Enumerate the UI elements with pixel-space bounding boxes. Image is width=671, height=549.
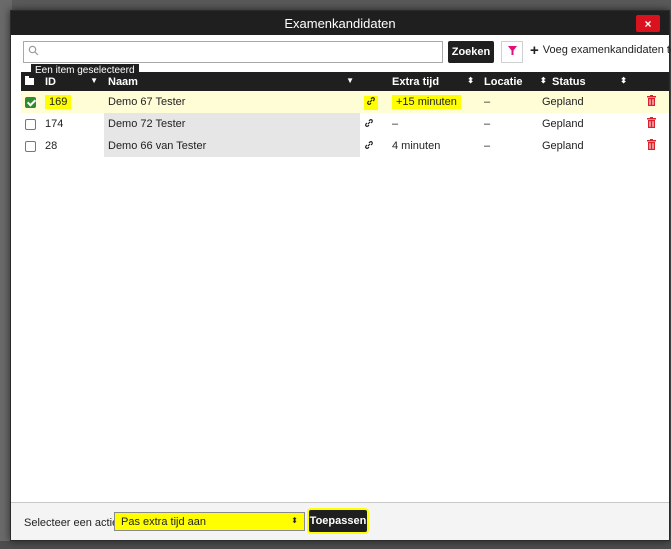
toolbar: Zoeken + Voeg examenkandidaten toe: [18, 41, 671, 65]
name-cell: Demo 67 Tester: [104, 91, 360, 113]
sort-down-icon: ▼: [346, 76, 354, 85]
action-footer: Selecteer een actie: Pas extra tijd aan …: [11, 502, 669, 540]
sort-icon: ⬍: [540, 76, 547, 85]
status-value: Gepland: [542, 96, 584, 108]
locatie-value: –: [484, 118, 491, 130]
locatie-cell: –: [480, 91, 538, 113]
table-row[interactable]: 28 Demo 66 van Tester 4 minuten – Geplan…: [21, 135, 669, 157]
row-select-cell[interactable]: [21, 135, 41, 157]
candidate-name: Demo 72 Tester: [108, 118, 186, 130]
trash-icon[interactable]: [646, 95, 656, 106]
column-header-link: [360, 72, 388, 91]
extra-tijd-value: +15 minuten: [392, 95, 461, 109]
name-cell: Demo 66 van Tester: [104, 135, 360, 157]
row-select-cell[interactable]: [21, 91, 41, 113]
table-row[interactable]: 174 Demo 72 Tester – – Gepland: [21, 113, 669, 135]
dialog-title: Examenkandidaten: [284, 15, 396, 31]
delete-cell[interactable]: [633, 135, 669, 157]
status-cell: Gepland: [538, 135, 633, 157]
background-footer: [0, 541, 671, 549]
delete-cell[interactable]: [633, 113, 669, 135]
locatie-cell: –: [480, 135, 538, 157]
status-cell: Gepland: [538, 91, 633, 113]
search-icon: [28, 45, 39, 59]
extra-tijd-cell: +15 minuten: [388, 91, 480, 113]
candidate-id: 169: [45, 95, 72, 109]
extra-tijd-cell: –: [388, 113, 480, 135]
id-cell: 28: [41, 135, 104, 157]
link-icon[interactable]: [364, 95, 378, 110]
candidates-dialog: Examenkandidaten × Zoeken + Voeg examenk…: [10, 10, 671, 541]
locatie-cell: –: [480, 113, 538, 135]
link-cell[interactable]: [360, 91, 388, 113]
filter-icon: [507, 46, 517, 58]
status-cell: Gepland: [538, 113, 633, 135]
add-candidates-button[interactable]: + Voeg examenkandidaten toe: [530, 41, 671, 59]
add-candidates-label: Voeg examenkandidaten toe: [542, 44, 671, 56]
column-header-naam[interactable]: Naam ▼: [104, 72, 360, 91]
column-header-locatie[interactable]: Locatie: [480, 72, 538, 91]
candidate-name: Demo 66 van Tester: [108, 140, 207, 152]
name-cell: Demo 72 Tester: [104, 113, 360, 135]
locatie-value: –: [484, 140, 491, 152]
column-label-id: ID: [45, 75, 56, 88]
column-label-extra-tijd: Extra tijd: [392, 75, 440, 88]
candidate-name: Demo 67 Tester: [108, 96, 186, 108]
column-header-extra-tijd[interactable]: Extra tijd ⬍: [388, 72, 480, 91]
sort-icon: ⬍: [620, 76, 627, 85]
action-select[interactable]: Pas extra tijd aan ⬍: [114, 512, 305, 531]
filter-button[interactable]: [501, 41, 523, 63]
link-cell[interactable]: [360, 113, 388, 135]
extra-tijd-value: 4 minuten: [392, 140, 441, 152]
sort-icon: ⬍: [467, 76, 474, 85]
row-checkbox[interactable]: [25, 118, 36, 130]
sort-down-icon: ▼: [90, 76, 98, 85]
search-box[interactable]: [23, 41, 443, 63]
select-arrow-icon: ⬍: [291, 516, 298, 525]
candidate-id: 174: [45, 118, 64, 130]
trash-icon[interactable]: [646, 117, 656, 128]
dialog-titlebar: Examenkandidaten ×: [11, 11, 669, 35]
search-input[interactable]: [42, 42, 442, 62]
row-checkbox[interactable]: [25, 96, 36, 108]
row-select-cell[interactable]: [21, 113, 41, 135]
plus-icon: +: [530, 41, 539, 59]
link-cell[interactable]: [360, 135, 388, 157]
candidates-table: ID ▼ Naam ▼ Extra tijd ⬍ Locatie ⬍ Statu…: [21, 72, 669, 157]
table-row[interactable]: 169 Demo 67 Tester +15 minuten – Gepland: [21, 91, 669, 113]
status-value: Gepland: [542, 118, 584, 130]
delete-cell[interactable]: [633, 91, 669, 113]
candidate-id: 28: [45, 140, 58, 152]
status-value: Gepland: [542, 140, 584, 152]
trash-icon[interactable]: [646, 139, 656, 150]
column-label-locatie: Locatie: [484, 75, 523, 88]
action-select-value: Pas extra tijd aan: [121, 516, 206, 528]
close-button[interactable]: ×: [636, 15, 660, 32]
search-button[interactable]: Zoeken: [448, 41, 494, 63]
row-checkbox[interactable]: [25, 140, 36, 152]
id-cell: 169: [41, 91, 104, 113]
link-icon[interactable]: [364, 140, 374, 153]
action-label: Selecteer een actie:: [24, 517, 122, 529]
extra-tijd-cell: 4 minuten: [388, 135, 480, 157]
apply-button[interactable]: Toepassen: [309, 510, 367, 532]
column-header-actions: [633, 72, 669, 91]
folder-icon: [25, 75, 34, 88]
id-cell: 174: [41, 113, 104, 135]
selection-tooltip: Een item geselecteerd: [31, 64, 139, 77]
column-label-naam: Naam: [108, 75, 138, 88]
extra-tijd-value: –: [392, 118, 399, 130]
locatie-value: –: [484, 96, 491, 108]
column-header-status[interactable]: ⬍ Status ⬍: [538, 72, 633, 91]
column-label-status: Status: [552, 75, 586, 88]
link-icon[interactable]: [364, 118, 374, 131]
